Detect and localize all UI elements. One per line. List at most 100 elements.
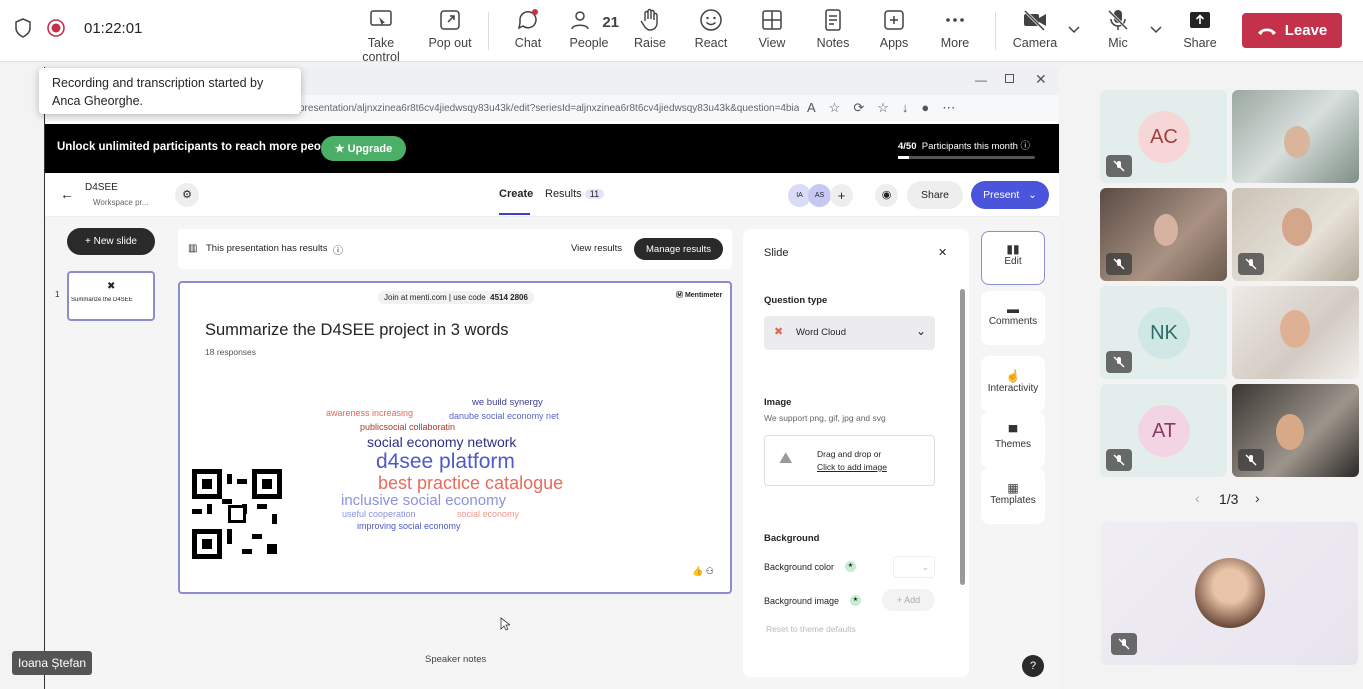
slide-question-title: Summarize the D4SEE project in 3 words <box>205 321 509 339</box>
tab-create-underline <box>499 213 530 215</box>
themes-icon: ▀ <box>1008 425 1018 439</box>
slide-preview[interactable]: Join at menti.com | use code 4514 2806 Ⓜ… <box>178 281 732 594</box>
tab-results[interactable]: Results 11 <box>545 188 605 200</box>
view-button[interactable]: View <box>742 8 802 50</box>
more-button[interactable]: More <box>925 8 985 50</box>
image-support-text: We support png, gif, jpg and svg <box>764 413 886 423</box>
recording-tooltip: Recording and transcription started by A… <box>39 68 301 114</box>
maximize-icon[interactable] <box>1005 74 1014 83</box>
panel-title: Slide <box>764 247 789 259</box>
themes-tool[interactable]: ▀ Themes <box>981 412 1045 468</box>
raise-hand-button[interactable]: Raise <box>620 8 680 50</box>
presentation-title: D4SEE <box>85 182 118 193</box>
speaker-notes[interactable]: Speaker notes <box>425 654 486 665</box>
participant-video[interactable] <box>1232 90 1359 183</box>
avatar <box>1195 558 1265 628</box>
edit-tool[interactable]: ▮▮ Edit <box>981 231 1045 285</box>
chart-icon: ▥ <box>188 243 198 254</box>
notes-button[interactable]: Notes <box>803 8 863 50</box>
apps-button[interactable]: Apps <box>864 8 924 50</box>
participant-video[interactable] <box>1232 286 1359 379</box>
participant-video[interactable] <box>1232 384 1359 477</box>
reset-theme-link[interactable]: Reset to theme defaults <box>766 624 856 634</box>
qr-code <box>188 465 286 563</box>
mic-button[interactable]: Mic <box>1088 8 1148 50</box>
phone-hangup-icon <box>1257 28 1276 35</box>
participant-face <box>1276 414 1304 450</box>
templates-tool[interactable]: ▦ Templates <box>981 468 1045 524</box>
participant-progress <box>898 156 1035 159</box>
upgrade-banner: Unlock unlimited participants to reach m… <box>45 124 1059 173</box>
back-arrow-icon[interactable]: ← <box>60 186 74 202</box>
next-page-icon[interactable]: › <box>1255 490 1260 506</box>
participant-progress-fill <box>898 156 909 159</box>
participant-face <box>1284 126 1310 158</box>
slide-thumbnail[interactable]: ✖ Summarize the D4SEE ... <box>67 271 155 321</box>
word-cloud-word: best practice catalogue <box>378 473 564 493</box>
recording-icon <box>47 19 65 37</box>
image-label: Image <box>764 397 792 408</box>
panel-scrollbar[interactable] <box>960 289 965 585</box>
help-button[interactable]: ? <box>1022 655 1044 677</box>
share-button[interactable]: Share <box>1170 8 1230 50</box>
react-button[interactable]: React <box>681 8 741 50</box>
participant-video[interactable] <box>1100 188 1227 281</box>
camera-options-chevron-icon[interactable] <box>1068 26 1080 34</box>
close-panel-icon[interactable]: ✕ <box>938 246 947 259</box>
participant-video[interactable] <box>1232 188 1359 281</box>
banner-text: Unlock unlimited participants to reach m… <box>57 141 341 153</box>
click-to-add-image-link[interactable]: Click to add image <box>817 462 887 472</box>
word-cloud-word: social economy network <box>367 434 517 450</box>
close-window-icon[interactable]: ✕ <box>1035 71 1047 88</box>
word-cloud-word: social economy <box>457 509 520 519</box>
take-control-button[interactable]: Take control <box>350 8 412 64</box>
participant-tile[interactable]: AC <box>1100 90 1227 183</box>
mic-off-icon <box>1238 253 1264 275</box>
preview-eye-icon[interactable]: ◉ <box>875 184 898 207</box>
pop-out-button[interactable]: Pop out <box>420 8 480 50</box>
word-cloud-word: useful cooperation <box>342 509 416 519</box>
leave-button[interactable]: Leave <box>1242 13 1342 48</box>
chevron-down-icon: ⌄ <box>916 324 927 338</box>
mic-off-icon <box>1106 253 1132 275</box>
take-control-icon <box>370 10 392 26</box>
mic-options-chevron-icon[interactable] <box>1150 26 1162 34</box>
new-slide-button[interactable]: + New slide <box>67 228 155 255</box>
manage-results-button[interactable]: Manage results <box>634 238 723 260</box>
mic-off-icon <box>1106 449 1132 471</box>
word-cloud-word: improving social economy <box>357 521 461 531</box>
mic-off-icon <box>1106 155 1132 177</box>
question-type-label: Question type <box>764 295 828 306</box>
share-menti-button[interactable]: Share <box>907 181 963 209</box>
present-button[interactable]: Present ⌄ <box>971 181 1049 209</box>
minimize-icon[interactable]: — <box>975 73 987 87</box>
background-color-picker[interactable]: ⌄ <box>893 556 935 578</box>
tab-create[interactable]: Create <box>499 188 533 200</box>
interactivity-tool[interactable]: ☝ Interactivity <box>981 356 1045 412</box>
people-button[interactable]: 21 People <box>559 8 619 50</box>
slide-settings-panel: Slide ✕ Question type ✖ Word Cloud ⌄ Ima… <box>743 229 969 677</box>
settings-icon[interactable]: ⚙ <box>175 183 199 207</box>
word-cloud-word: inclusive social economy <box>341 492 507 509</box>
comments-tool[interactable]: ▬ Comments <box>981 291 1045 345</box>
avatar: AC <box>1138 111 1190 163</box>
pop-out-icon <box>440 10 460 30</box>
participant-tile[interactable]: AT <box>1100 384 1227 477</box>
previous-page-icon[interactable]: ‹ <box>1195 490 1200 506</box>
chat-button[interactable]: Chat <box>498 8 558 50</box>
self-view-tile[interactable] <box>1101 522 1358 665</box>
question-type-select[interactable]: ✖ Word Cloud ⌄ <box>764 316 935 350</box>
avatar: AT <box>1138 405 1190 457</box>
mic-off-icon <box>1107 9 1129 31</box>
upgrade-button[interactable]: ★ Upgrade <box>321 136 406 161</box>
participant-tile[interactable]: NK <box>1100 286 1227 379</box>
meeting-toolbar: 01:22:01 Take control Pop out Chat 21 Pe… <box>0 0 1363 64</box>
gallery-pager: 1/3 <box>1219 491 1239 507</box>
view-results-button[interactable]: View results <box>571 243 622 254</box>
edit-icon: ▮▮ <box>1006 242 1020 256</box>
add-collaborator-button[interactable]: + <box>830 184 853 207</box>
image-dropzone[interactable]: ⛰ Drag and drop or Click to add image <box>764 435 935 486</box>
view-icon <box>762 10 782 30</box>
camera-button[interactable]: Camera <box>1005 8 1065 50</box>
add-background-image-button[interactable]: + Add <box>882 589 935 611</box>
